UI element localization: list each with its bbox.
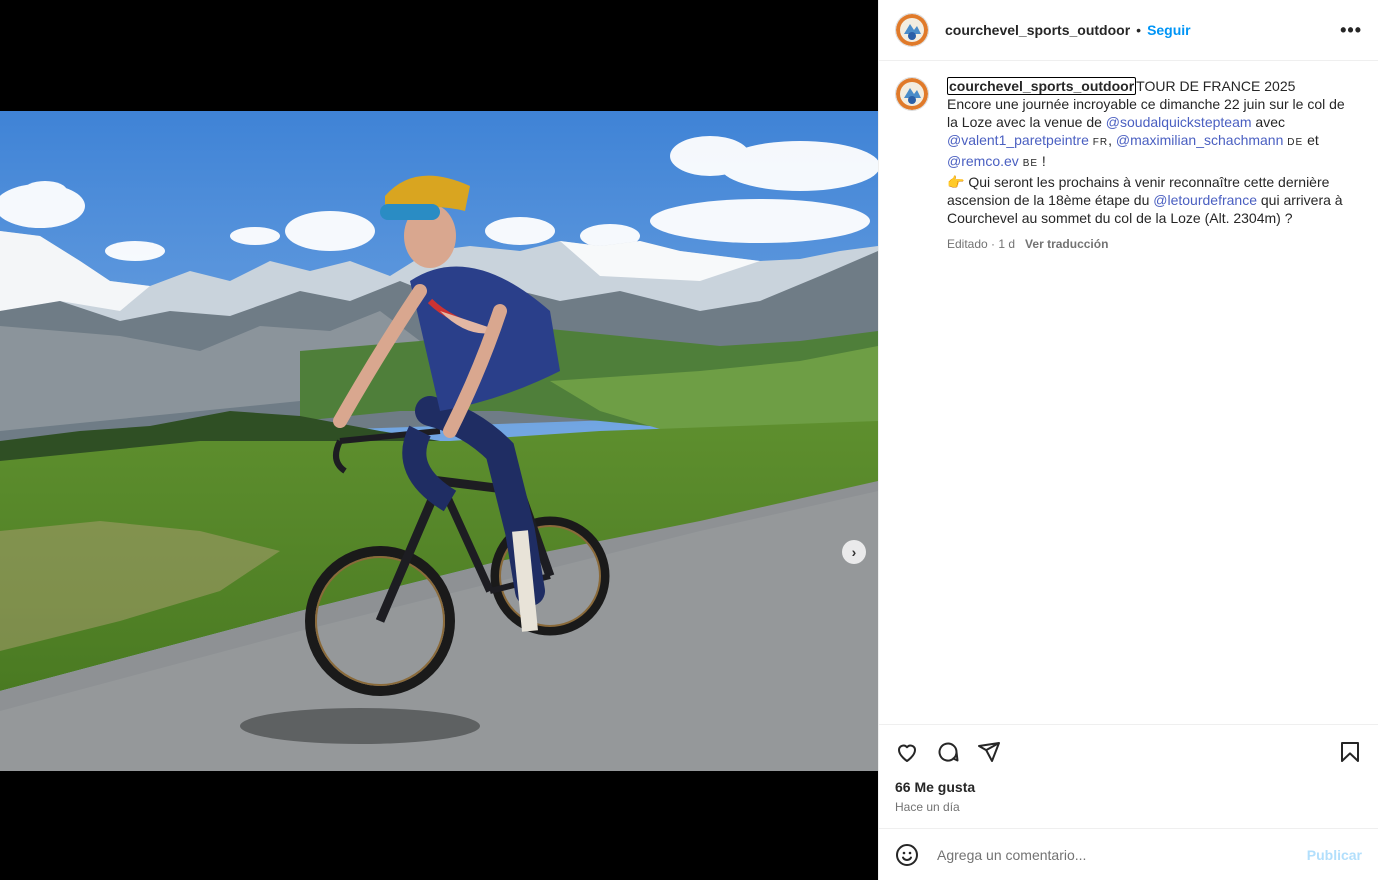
mention-link[interactable]: @letourdefrance [1153,192,1257,208]
pointing-hand-icon: 👉 [947,174,965,190]
caption-row: courchevel_sports_outdoor TOUR DE FRANCE … [895,77,1362,253]
post-username[interactable]: courchevel_sports_outdoor [945,22,1130,38]
post-photo: › [0,111,878,771]
share-icon[interactable] [977,740,1001,764]
flag-fr: FR [1092,137,1109,148]
mention-link[interactable]: @valent1_paretpeintre [947,132,1089,148]
mention-link[interactable]: @remco.ev [947,153,1019,169]
chevron-right-icon: › [851,544,857,560]
caption-username[interactable]: courchevel_sports_outdoor [947,77,1137,95]
flag-de: DE [1287,137,1304,148]
carousel-next-button[interactable]: › [842,540,866,564]
caption-text: courchevel_sports_outdoor TOUR DE FRANCE … [947,77,1347,253]
mention-link[interactable]: @maximilian_schachmann [1116,132,1284,148]
caption-text-fragment: avec [1251,114,1285,130]
more-options-icon[interactable]: ••• [1340,20,1362,41]
flag-be: BE [1022,158,1039,169]
post-side-panel: courchevel_sports_outdoor • Seguir ••• c… [878,0,1378,880]
post-actions: 66 Me gusta Hace un día [879,724,1378,828]
likes-count[interactable]: 66 Me gusta [879,765,1378,795]
follow-button[interactable]: Seguir [1147,22,1191,38]
comments-area: courchevel_sports_outdoor TOUR DE FRANCE … [879,61,1378,724]
emoji-icon[interactable] [895,843,919,867]
caption-title: TOUR DE FRANCE 2025 [1136,78,1296,94]
bookmark-icon[interactable] [1338,740,1362,764]
see-translation-link[interactable]: Ver traducción [1025,237,1108,251]
caption-meta: Editado · 1 d Ver traducción [947,235,1347,253]
action-icons [879,725,1378,765]
comment-input[interactable] [935,845,1307,864]
caption-text-fragment: et [1303,132,1319,148]
post-time: Hace un día [895,800,960,814]
caption-text-fragment: , [1108,132,1116,148]
edited-label: Editado · 1 d [947,237,1016,251]
mention-link[interactable]: @soudalquickstepteam [1106,114,1252,130]
media-viewer: › [0,0,878,880]
add-comment-bar: Publicar [879,828,1378,880]
publish-button[interactable]: Publicar [1307,847,1362,863]
avatar[interactable] [895,77,929,111]
separator-dot: • [1136,22,1142,38]
post-header: courchevel_sports_outdoor • Seguir ••• [879,0,1378,61]
caption-text-fragment: ! [1038,153,1046,169]
heart-icon[interactable] [895,740,919,764]
avatar[interactable] [895,13,929,47]
comment-icon[interactable] [936,740,960,764]
